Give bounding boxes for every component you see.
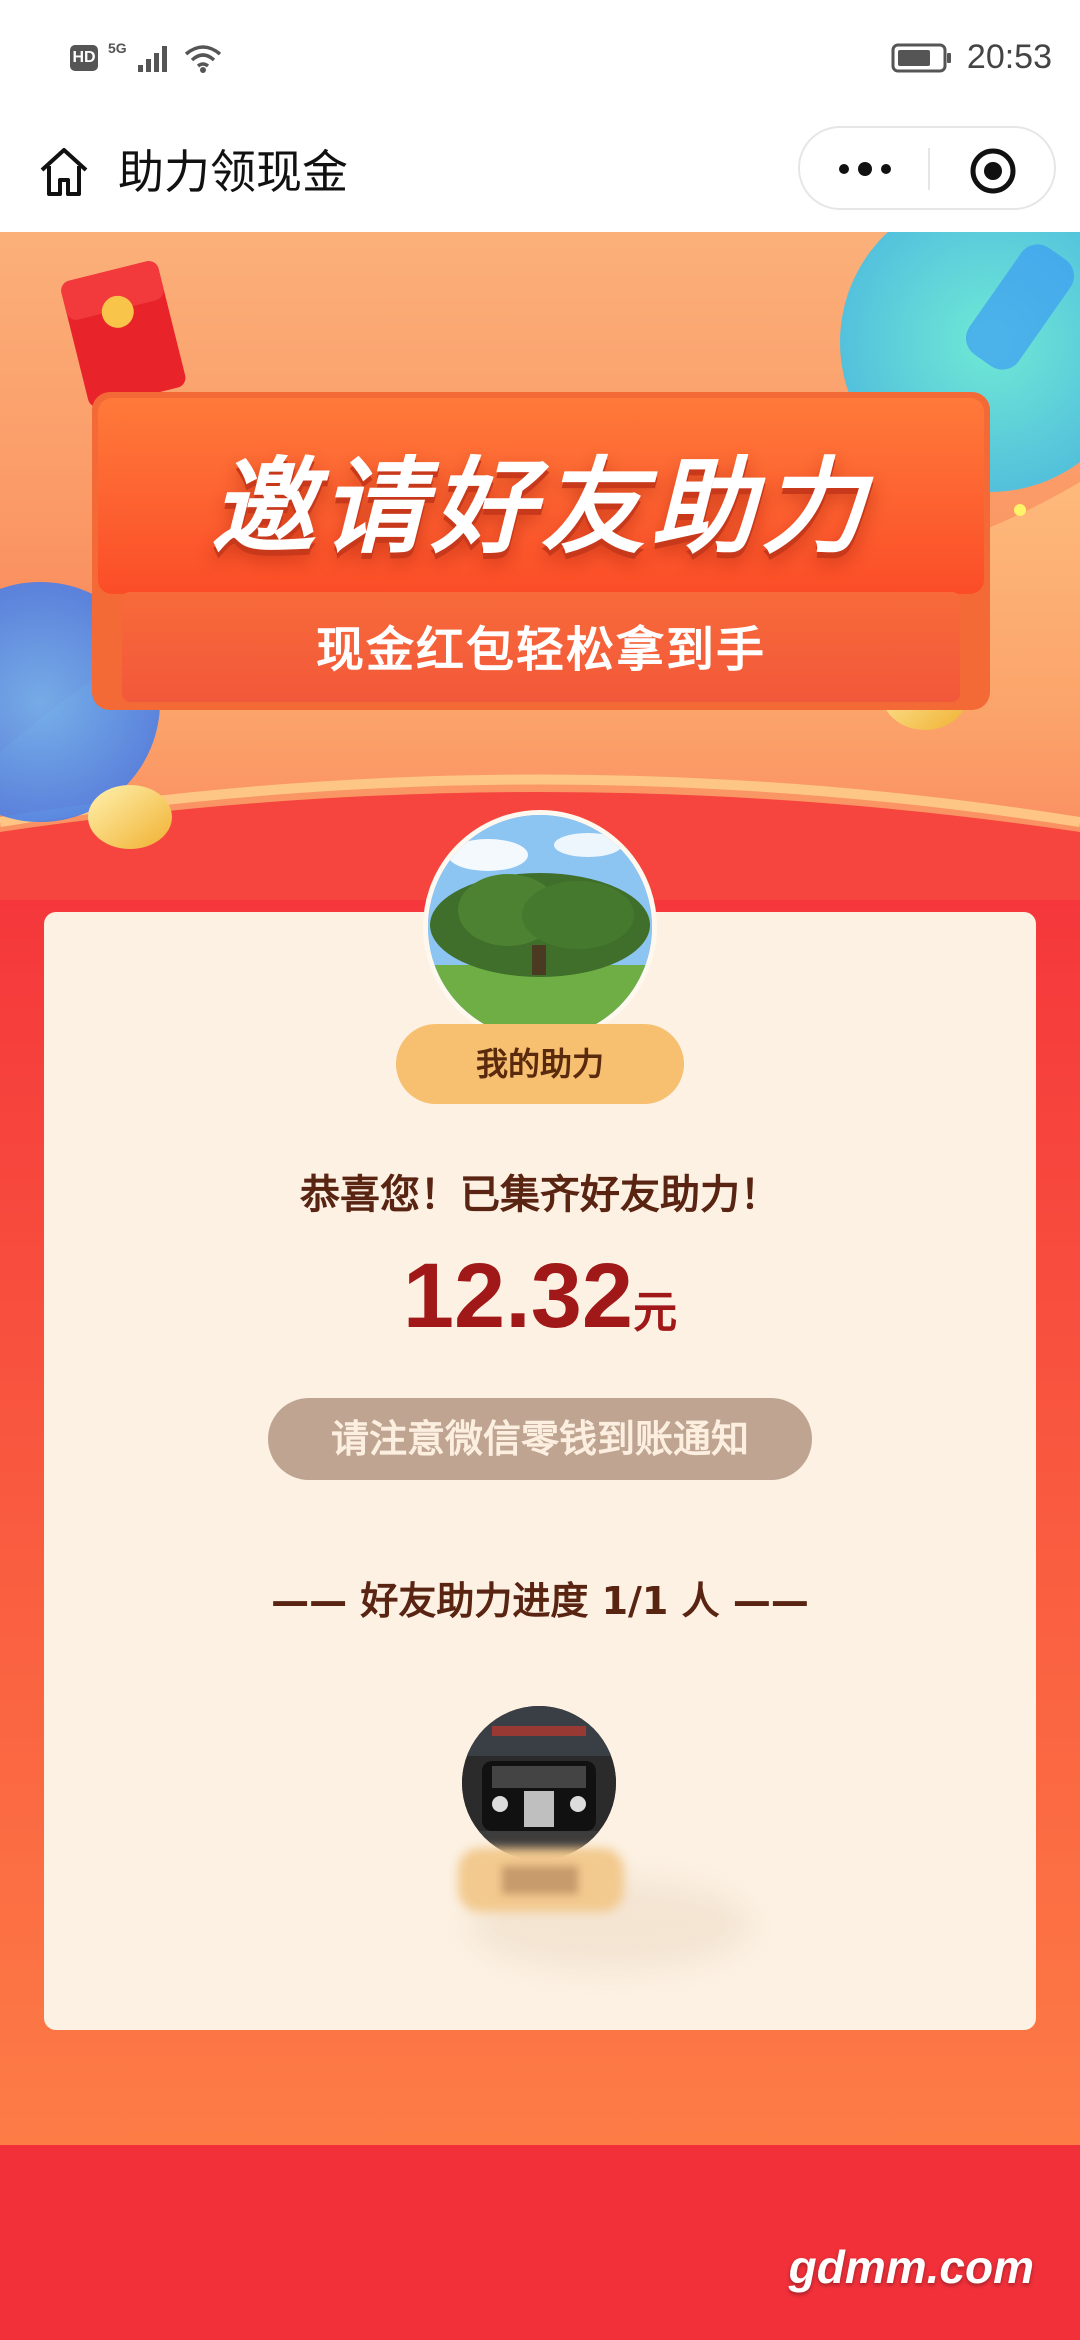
congrats-text: 恭喜您！已集齐好友助力！ — [300, 1172, 780, 1218]
page-title: 助力领现金 — [118, 145, 348, 199]
banner-title: 邀请好友助力 — [210, 446, 871, 568]
status-bar: HD 5G 20:53 — [0, 0, 1080, 120]
hd-badge: HD — [70, 45, 98, 71]
banner-subtitle: 现金红包轻松拿到手 — [315, 622, 766, 678]
signal-icon — [137, 46, 167, 72]
wifi-icon — [184, 45, 221, 73]
watermark: gdmm.com — [788, 2241, 1034, 2293]
home-icon[interactable] — [34, 142, 94, 202]
capsule-divider — [928, 148, 930, 190]
status-time: 20:53 — [966, 38, 1052, 76]
target-close-icon[interactable] — [968, 146, 1018, 196]
friend-car-image — [462, 1706, 616, 1860]
amount-value: 12.32 — [402, 1245, 634, 1347]
more-dots-icon[interactable] — [830, 154, 900, 184]
user-avatar — [423, 810, 657, 1044]
amount-unit: 元 — [633, 1287, 678, 1338]
battery-icon — [891, 43, 951, 72]
wechat-notice-pill: 请注意微信零钱到账通知 — [268, 1398, 812, 1480]
network-type-label: 5G — [108, 40, 127, 56]
status-right-group: 20:53 — [891, 38, 1052, 77]
my-help-badge: 我的助力 — [396, 1024, 684, 1104]
friend-avatar — [462, 1706, 616, 1860]
avatar-tree-image — [428, 815, 652, 1039]
nav-bar: 助力领现金 — [0, 120, 1080, 232]
status-left-group: HD 5G — [70, 40, 223, 74]
friend-name-blurred-text — [502, 1866, 578, 1894]
help-progress-text: —— 好友助力进度 1/1 人 —— — [271, 1579, 809, 1623]
amount-display: 12.32元 — [44, 1244, 1036, 1349]
mini-program-capsule — [798, 126, 1056, 210]
